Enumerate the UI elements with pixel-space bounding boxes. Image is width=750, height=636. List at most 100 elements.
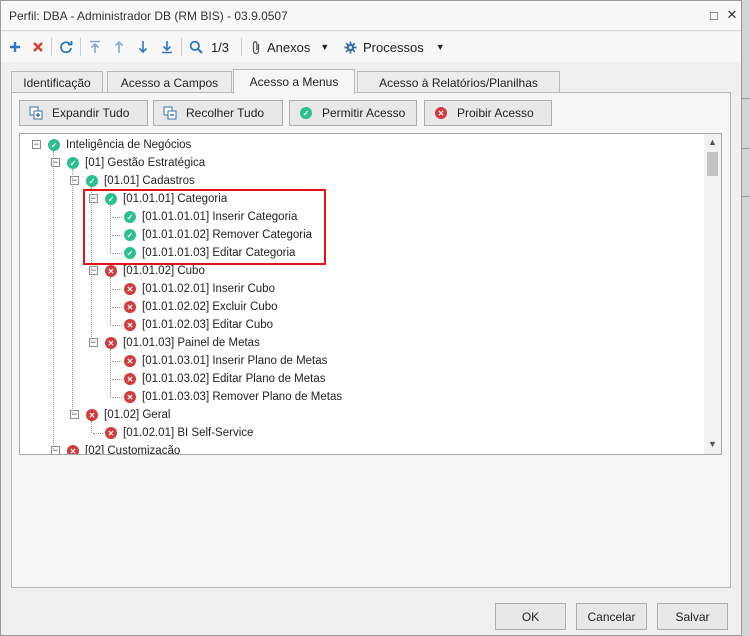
tree-connector (112, 397, 122, 398)
deny-access-button[interactable]: ✕ Proibir Acesso (424, 100, 552, 126)
tab-identificacao[interactable]: Identificação (11, 71, 103, 93)
tree-connector (112, 289, 122, 290)
tree-item[interactable]: ✕ [01.01.03.01] Inserir Plano de Metas (124, 352, 327, 370)
expand-all-icon (28, 105, 44, 121)
tree-item-label: [01.01.02.02] Excluir Cubo (142, 301, 278, 313)
last-record-icon[interactable] (159, 36, 175, 58)
scroll-thumb[interactable] (707, 152, 718, 176)
tree-item-label: [02] Customização (85, 445, 181, 455)
tree-connector (53, 151, 54, 451)
tree-item[interactable]: ✓ [01] Gestão Estratégica (67, 154, 205, 172)
tab-label: Acesso a Campos (120, 75, 219, 90)
tree-connector (110, 349, 111, 397)
tree-item[interactable]: ✓ [01.01.01.02] Remover Categoria (124, 226, 312, 244)
tree-item[interactable]: ✓ [01.01] Cadastros (86, 172, 195, 190)
collapse-all-button[interactable]: Recolher Tudo (153, 100, 283, 126)
allowed-status-icon: ✓ (124, 247, 136, 259)
allowed-status-icon: ✓ (67, 157, 79, 169)
tree-item-label: [01.01.01.01] Inserir Categoria (142, 211, 298, 223)
collapse-all-label: Recolher Tudo (186, 106, 265, 120)
tree-item[interactable]: ✕ [01.02.01] BI Self-Service (105, 424, 253, 442)
toolbar-separator (51, 38, 52, 56)
tab-acesso-menus[interactable]: Acesso a Menus (233, 69, 355, 94)
tree-connector (112, 217, 122, 218)
tab-label: Acesso a Menus (249, 75, 339, 89)
scroll-down-icon[interactable]: ▼ (704, 436, 721, 452)
tree-item[interactable]: ✕ [01.01.03] Painel de Metas (105, 334, 260, 352)
record-position: 1/3 (210, 39, 230, 55)
denied-status-icon: ✕ (105, 337, 117, 349)
previous-record-icon[interactable] (111, 36, 127, 58)
tree-connector (112, 307, 122, 308)
tree-item[interactable]: ✓ [01.01.01.01] Inserir Categoria (124, 208, 297, 226)
tree-connector (91, 421, 92, 433)
denied-status-icon: ✕ (105, 265, 117, 277)
save-label: Salvar (675, 609, 710, 624)
tree-item[interactable]: ✕ [01.01.02] Cubo (105, 262, 205, 280)
first-record-icon[interactable] (87, 36, 103, 58)
edge-mark (742, 148, 750, 149)
tree-item[interactable]: ✕ [01.01.02.03] Editar Cubo (124, 316, 273, 334)
edge-mark (742, 196, 750, 197)
tree-connector (110, 205, 111, 253)
denied-status-icon: ✕ (124, 319, 136, 331)
menu-tree[interactable]: ✓ Inteligência de Negócios − ✓ [01] Gestão E… (19, 133, 722, 455)
maximize-icon[interactable]: □ (705, 6, 723, 24)
close-icon[interactable]: ✕ (723, 6, 741, 24)
background-window-edge (742, 0, 750, 636)
tree-item-label: [01.02] Geral (104, 409, 171, 421)
window-title: Perfil: DBA - Administrador DB (RM BIS) … (9, 9, 288, 23)
tree-item[interactable]: ✕ [01.01.03.02] Editar Plano de Metas (124, 370, 325, 388)
add-icon[interactable] (7, 36, 23, 58)
save-button[interactable]: Salvar (657, 603, 728, 630)
tree-item[interactable]: ✕ [01.01.02.02] Excluir Cubo (124, 298, 278, 316)
collapse-node-icon[interactable]: − (32, 140, 41, 149)
tree-item-label: [01.01.03] Painel de Metas (123, 337, 260, 349)
tree-item-label: Inteligência de Negócios (66, 139, 192, 151)
denied-status-icon: ✕ (124, 391, 136, 403)
toolbar-separator (80, 38, 81, 56)
tree-item[interactable]: ✕ [01.01.02.01] Inserir Cubo (124, 280, 275, 298)
tab-label: Identificação (23, 75, 91, 90)
tree-item[interactable]: ✓ [01.01.01.03] Editar Categoria (124, 244, 295, 262)
expand-all-button[interactable]: Expandir Tudo (19, 100, 148, 126)
denied-status-icon: ✕ (124, 355, 136, 367)
tree-connector (110, 277, 111, 325)
tree-item[interactable]: ✕ [02] Customização (67, 442, 181, 455)
tab-acesso-relatorios[interactable]: Acesso à Relatórios/Planilhas (357, 71, 560, 93)
refresh-icon[interactable] (57, 36, 75, 58)
allow-access-button[interactable]: ✓ Permitir Acesso (289, 100, 417, 126)
denied-status-icon: ✕ (124, 283, 136, 295)
delete-icon[interactable] (30, 36, 46, 58)
tree-item-label: [01.01] Cadastros (104, 175, 195, 187)
tree-connector (112, 325, 122, 326)
tab-acesso-campos[interactable]: Acesso a Campos (107, 71, 232, 93)
tree-item[interactable]: ✓ Inteligência de Negócios (48, 136, 191, 154)
tree-item-label: [01.01.02.01] Inserir Cubo (142, 283, 275, 295)
tree-item-label: [01] Gestão Estratégica (85, 157, 206, 169)
expand-all-label: Expandir Tudo (52, 106, 130, 120)
allowed-status-icon: ✓ (124, 229, 136, 241)
vertical-scrollbar[interactable]: ▲ ▼ (704, 134, 721, 454)
scroll-up-icon[interactable]: ▲ (704, 134, 721, 150)
toolbar: 1/3 Anexos ▼ Processos ▼ (1, 32, 741, 62)
denied-status-icon: ✕ (124, 373, 136, 385)
toolbar-separator (181, 38, 182, 56)
collapse-all-icon (162, 105, 178, 121)
check-icon: ✓ (298, 105, 314, 121)
denied-status-icon: ✕ (105, 427, 117, 439)
deny-icon: ✕ (433, 105, 449, 121)
chevron-down-icon: ▼ (320, 42, 330, 52)
tree-item[interactable]: ✓ [01.01.01] Categoria (105, 190, 227, 208)
paperclip-icon (251, 40, 261, 55)
next-record-icon[interactable] (135, 36, 151, 58)
processes-button[interactable]: Processos ▼ (344, 36, 445, 58)
attachments-button[interactable]: Anexos ▼ (251, 36, 337, 58)
ok-button[interactable]: OK (495, 603, 566, 630)
tree-item[interactable]: ✕ [01.02] Geral (86, 406, 170, 424)
cancel-button[interactable]: Cancelar (576, 603, 647, 630)
allow-access-label: Permitir Acesso (322, 106, 406, 120)
tree-item[interactable]: ✕ [01.01.03.03] Remover Plano de Metas (124, 388, 342, 406)
search-icon[interactable] (187, 36, 205, 58)
tree-connector (91, 187, 92, 343)
